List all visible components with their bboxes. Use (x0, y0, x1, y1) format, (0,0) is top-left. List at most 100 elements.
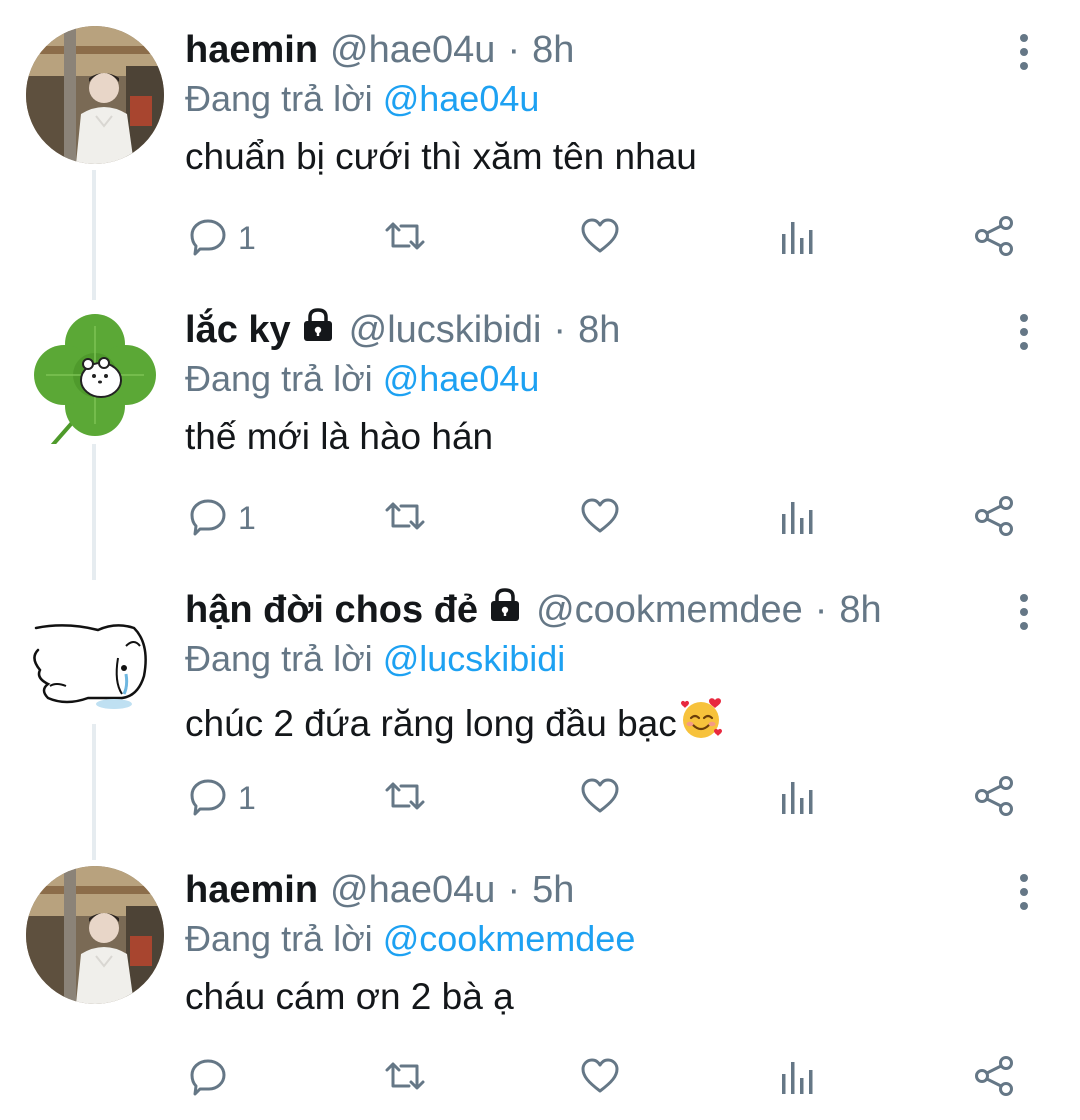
separator: · (507, 28, 521, 71)
more-options-icon[interactable] (1008, 32, 1040, 72)
like-icon (580, 496, 620, 541)
action-bar: 1 (0, 214, 1080, 262)
replying-prefix: Đang trả lời (185, 358, 373, 399)
share-button[interactable] (974, 494, 1016, 542)
display-name[interactable]: haemin (185, 29, 318, 72)
like-icon (580, 1056, 620, 1101)
replying-to: Đang trả lời @lucskibidi (185, 638, 565, 680)
timestamp[interactable]: 5h (532, 869, 574, 912)
user-handle[interactable]: @hae04u (330, 29, 495, 72)
like-button[interactable] (580, 774, 620, 822)
share-icon (974, 775, 1016, 822)
analytics-icon (779, 1056, 815, 1101)
reply-count: 1 (238, 779, 256, 816)
retweet-icon (383, 1056, 427, 1101)
share-button[interactable] (974, 214, 1016, 262)
action-bar (0, 1054, 1080, 1102)
mention-link[interactable]: @hae04u (383, 358, 540, 399)
tweet-header: hận đời chos đẻ @cookmemdee · 8h (185, 584, 882, 636)
like-button[interactable] (580, 494, 620, 542)
tweet-text: chúc 2 đứa răng long đầu bạc (185, 696, 725, 751)
reply-icon (188, 216, 228, 261)
display-name[interactable]: haemin (185, 869, 318, 912)
replying-prefix: Đang trả lời (185, 918, 373, 959)
timestamp[interactable]: 8h (839, 589, 881, 632)
retweet-icon (383, 776, 427, 821)
analytics-button[interactable] (779, 494, 815, 542)
action-bar: 1 (0, 774, 1080, 822)
share-button[interactable] (974, 774, 1016, 822)
share-icon (974, 495, 1016, 542)
retweet-icon (383, 216, 427, 261)
replying-to: Đang trả lời @cookmemdee (185, 918, 635, 960)
replying-prefix: Đang trả lời (185, 638, 373, 679)
share-icon (974, 215, 1016, 262)
separator: · (553, 308, 567, 351)
tweet-text-content: thế mới là hào hán (185, 416, 494, 457)
separator: · (507, 868, 521, 911)
display-name[interactable]: lắc ky (185, 309, 291, 352)
avatar[interactable] (26, 866, 164, 1004)
separator: · (814, 588, 828, 631)
analytics-icon (779, 216, 815, 261)
tweet-text-content: cháu cám ơn 2 bà ạ (185, 976, 514, 1017)
retweet-button[interactable] (383, 1054, 427, 1102)
retweet-button[interactable] (383, 214, 427, 262)
timestamp[interactable]: 8h (532, 29, 574, 72)
reply-icon (188, 1056, 228, 1101)
tweet-text: chuẩn bị cưới thì xăm tên nhau (185, 136, 697, 178)
reply-count: 1 (238, 499, 256, 536)
retweet-button[interactable] (383, 774, 427, 822)
avatar[interactable] (26, 306, 164, 444)
retweet-button[interactable] (383, 494, 427, 542)
replying-to: Đang trả lời @hae04u (185, 358, 539, 400)
lock-icon (301, 307, 335, 353)
tweet-text: thế mới là hào hán (185, 416, 493, 458)
action-bar: 1 (0, 494, 1080, 542)
mention-link[interactable]: @lucskibidi (383, 638, 566, 679)
analytics-button[interactable] (779, 774, 815, 822)
analytics-button[interactable] (779, 214, 815, 262)
tweet-text-content: chúc 2 đứa răng long đầu bạc (185, 702, 677, 744)
reply-button[interactable]: 1 (188, 214, 256, 262)
more-options-icon[interactable] (1008, 312, 1040, 352)
reply-icon (188, 496, 228, 541)
mention-link[interactable]: @hae04u (383, 78, 540, 119)
like-button[interactable] (580, 1054, 620, 1102)
reply-button[interactable]: 1 (188, 494, 256, 542)
user-handle[interactable]: @cookmemdee (536, 589, 803, 632)
like-icon (580, 216, 620, 261)
user-handle[interactable]: @hae04u (330, 869, 495, 912)
more-options-icon[interactable] (1008, 872, 1040, 912)
reply-button[interactable] (188, 1054, 238, 1102)
share-icon (974, 1055, 1016, 1102)
retweet-icon (383, 496, 427, 541)
reply-count: 1 (238, 219, 256, 256)
avatar[interactable] (26, 26, 164, 164)
analytics-icon (779, 496, 815, 541)
tweet-3[interactable]: hận đời chos đẻ @cookmemdee · 8h Đang tr… (0, 560, 1080, 860)
tweet-text-content: chuẩn bị cưới thì xăm tên nhau (185, 136, 697, 177)
timestamp[interactable]: 8h (578, 309, 620, 352)
tweet-header: lắc ky @lucskibidi · 8h (185, 304, 620, 356)
avatar[interactable] (26, 586, 164, 724)
tweet-4[interactable]: haemin @hae04u · 5h Đang trả lời @cookme… (0, 840, 1080, 1120)
user-handle[interactable]: @lucskibidi (349, 309, 542, 352)
tweet-header: haemin @hae04u · 5h (185, 864, 574, 916)
analytics-button[interactable] (779, 1054, 815, 1102)
tweet-1[interactable]: haemin @hae04u · 8h Đang trả lời @hae04u… (0, 0, 1080, 300)
reply-button[interactable]: 1 (188, 774, 256, 822)
reply-icon (188, 776, 228, 821)
lock-icon (488, 587, 522, 633)
replying-prefix: Đang trả lời (185, 78, 373, 119)
smiling-face-with-hearts-icon (679, 696, 725, 751)
tweet-text: cháu cám ơn 2 bà ạ (185, 976, 514, 1018)
tweet-2[interactable]: lắc ky @lucskibidi · 8h Đang trả lời @ha… (0, 280, 1080, 580)
display-name[interactable]: hận đời chos đẻ (185, 589, 478, 632)
like-button[interactable] (580, 214, 620, 262)
like-icon (580, 776, 620, 821)
mention-link[interactable]: @cookmemdee (383, 918, 636, 959)
share-button[interactable] (974, 1054, 1016, 1102)
more-options-icon[interactable] (1008, 592, 1040, 632)
tweet-header: haemin @hae04u · 8h (185, 24, 574, 76)
